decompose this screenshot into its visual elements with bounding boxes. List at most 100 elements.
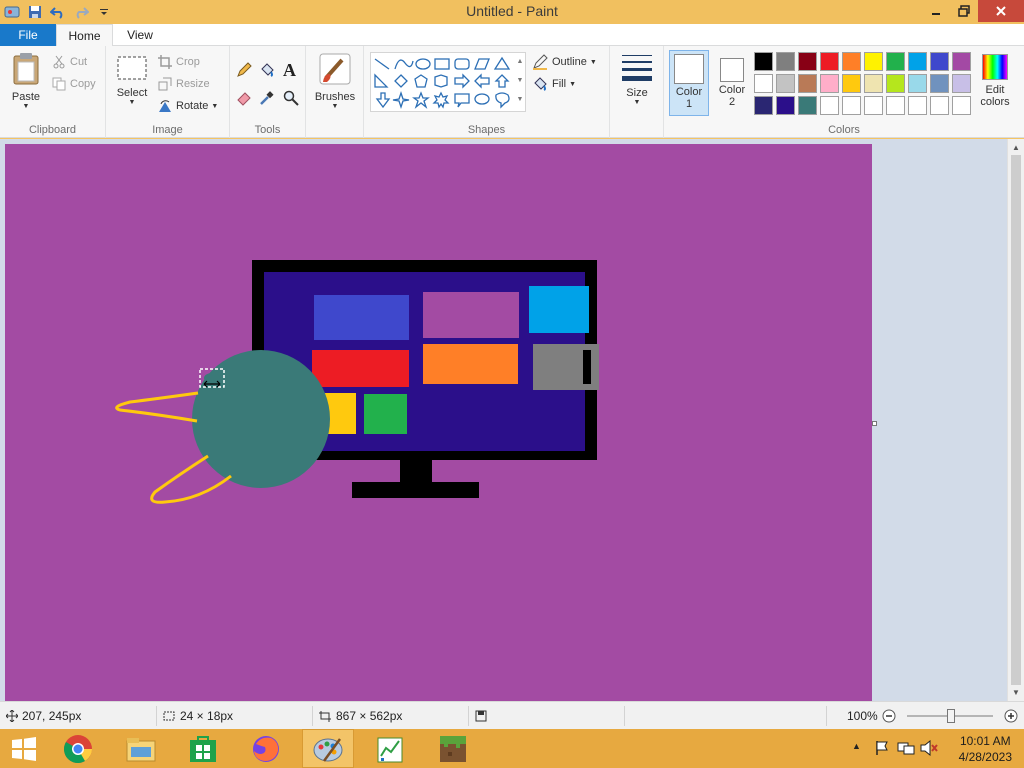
scroll-up-arrow-icon[interactable]: ▲ [1012, 143, 1020, 152]
clipboard-group: Paste ▼ Cut Copy Clipboard [0, 46, 106, 138]
tab-file[interactable]: File [0, 24, 56, 46]
taskbar-firefox[interactable] [240, 729, 292, 768]
rotate-dropdown-icon[interactable]: ▼ [211, 103, 218, 110]
color2-swatch [720, 58, 744, 82]
taskbar-store[interactable] [177, 729, 229, 768]
minimize-button[interactable] [922, 0, 950, 22]
palette-swatch[interactable] [798, 96, 817, 115]
start-button[interactable] [0, 729, 48, 768]
palette-swatch[interactable] [886, 52, 905, 71]
select-dropdown-icon[interactable]: ▼ [112, 99, 152, 106]
crop-button[interactable]: Crop [158, 52, 200, 72]
brushes-button[interactable]: Brushes ▼ [312, 52, 358, 118]
zoom-slider[interactable] [907, 702, 993, 730]
palette-swatch[interactable] [952, 52, 971, 71]
windows-logo-icon [12, 736, 36, 761]
palette-swatch[interactable] [886, 96, 905, 115]
color2-button[interactable]: Color 2 [712, 50, 752, 116]
edit-colors-line1: Edit [985, 84, 1005, 96]
zoom-in-button[interactable] [1004, 702, 1018, 730]
taskbar-paint[interactable] [302, 729, 354, 768]
palette-swatch[interactable] [908, 52, 927, 71]
paint-app-icon[interactable] [2, 2, 22, 22]
palette-swatch[interactable] [842, 52, 861, 71]
palette-swatch[interactable] [798, 52, 817, 71]
cut-button[interactable]: Cut [52, 52, 87, 72]
palette-swatch[interactable] [908, 96, 927, 115]
palette-swatch[interactable] [776, 74, 795, 93]
shapes-scroll[interactable]: ▲ ▼ ▼ [514, 52, 526, 112]
canvas-resize-handle-right[interactable] [872, 421, 877, 426]
copy-button[interactable]: Copy [52, 74, 96, 94]
outline-button[interactable]: Outline ▼ [532, 52, 597, 72]
palette-swatch[interactable] [842, 96, 861, 115]
tab-home[interactable]: Home [56, 24, 113, 47]
close-button[interactable] [978, 0, 1024, 22]
taskbar-chrome[interactable] [52, 729, 104, 768]
drawing-canvas[interactable] [5, 144, 872, 706]
eraser-tool[interactable] [236, 90, 254, 108]
magnifier-tool[interactable] [283, 90, 301, 108]
palette-swatch[interactable] [754, 74, 773, 93]
undo-icon[interactable] [48, 2, 68, 22]
palette-swatch[interactable] [952, 96, 971, 115]
palette-swatch[interactable] [776, 96, 795, 115]
scrollbar-thumb[interactable] [1011, 155, 1021, 685]
taskbar-task-manager[interactable] [364, 729, 416, 768]
rotate-button[interactable]: Rotate ▼ [158, 96, 218, 116]
shapes-gallery[interactable] [370, 52, 526, 112]
palette-swatch[interactable] [820, 96, 839, 115]
tab-view[interactable]: View [116, 24, 164, 46]
outline-dropdown-icon[interactable]: ▼ [590, 59, 597, 66]
palette-swatch[interactable] [798, 74, 817, 93]
palette-swatch[interactable] [820, 74, 839, 93]
color1-swatch [674, 54, 704, 84]
palette-swatch[interactable] [776, 52, 795, 71]
text-tool[interactable]: A [283, 60, 301, 80]
paste-label: Paste [11, 91, 41, 103]
palette-swatch[interactable] [864, 96, 883, 115]
restore-button[interactable] [950, 0, 978, 22]
palette-swatch[interactable] [864, 74, 883, 93]
taskbar-file-explorer[interactable] [115, 729, 167, 768]
vertical-scrollbar[interactable]: ▲ ▼ [1007, 139, 1024, 701]
scroll-down-arrow-icon[interactable]: ▼ [1012, 688, 1020, 697]
size-dropdown-icon[interactable]: ▼ [616, 99, 658, 106]
zoom-slider-thumb[interactable] [947, 709, 955, 723]
palette-swatch[interactable] [930, 96, 949, 115]
paste-dropdown-icon[interactable]: ▼ [6, 103, 46, 110]
palette-swatch[interactable] [842, 74, 861, 93]
palette-swatch[interactable] [886, 74, 905, 93]
zoom-out-button[interactable] [882, 702, 896, 730]
edit-colors-button[interactable]: Edit colors [974, 52, 1016, 118]
fill-dropdown-icon[interactable]: ▼ [569, 81, 576, 88]
palette-swatch[interactable] [754, 96, 773, 115]
taskbar-minecraft[interactable] [427, 729, 479, 768]
taskbar-clock[interactable]: 10:01 AM 4/28/2023 [959, 733, 1012, 765]
palette-swatch[interactable] [864, 52, 883, 71]
show-hidden-icons-button[interactable]: ▲ [852, 741, 861, 751]
fill-button[interactable]: Fill ▼ [532, 74, 576, 94]
customize-toolbar-icon[interactable] [94, 2, 114, 22]
save-icon[interactable] [25, 2, 45, 22]
palette-swatch[interactable] [908, 74, 927, 93]
color1-button[interactable]: Color 1 [669, 50, 709, 116]
resize-button[interactable]: Resize [158, 74, 210, 94]
redo-icon[interactable] [71, 2, 91, 22]
paste-button[interactable]: Paste ▼ [6, 52, 46, 118]
brushes-dropdown-icon[interactable]: ▼ [312, 103, 358, 110]
select-button[interactable]: Select ▼ [112, 54, 152, 118]
palette-swatch[interactable] [930, 74, 949, 93]
size-button[interactable]: Size ▼ [616, 52, 658, 118]
cursor-position: 207, 245px [6, 702, 81, 730]
palette-swatch[interactable] [952, 74, 971, 93]
color-picker-tool[interactable] [259, 90, 277, 108]
pencil-tool[interactable] [236, 62, 254, 80]
palette-swatch[interactable] [820, 52, 839, 71]
volume-muted-icon[interactable] [920, 739, 938, 759]
network-icon[interactable] [897, 740, 915, 759]
fill-tool[interactable] [259, 62, 277, 80]
action-center-flag-icon[interactable] [874, 740, 890, 759]
palette-swatch[interactable] [754, 52, 773, 71]
palette-swatch[interactable] [930, 52, 949, 71]
